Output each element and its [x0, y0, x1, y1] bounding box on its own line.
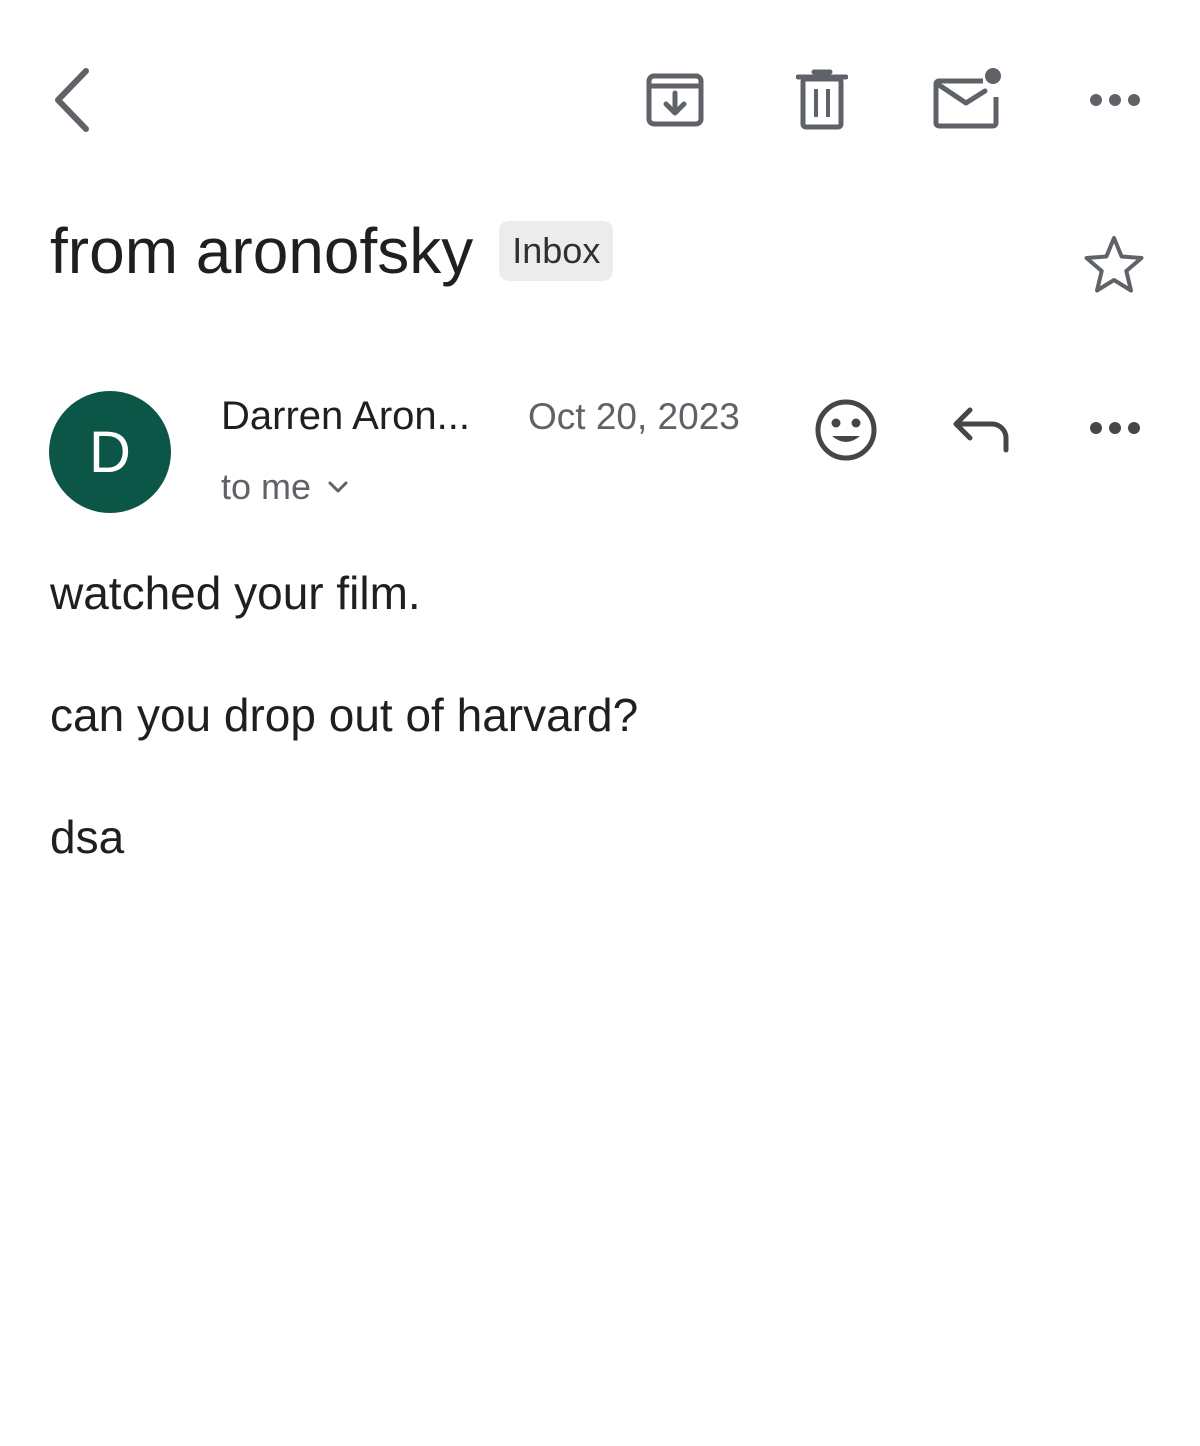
top-toolbar	[0, 0, 1200, 200]
add-reaction-button[interactable]	[810, 394, 882, 466]
more-horizontal-icon	[1090, 94, 1140, 106]
chevron-left-icon	[55, 68, 89, 132]
message-body-line: can you drop out of harvard?	[50, 689, 639, 741]
delete-button[interactable]	[786, 62, 858, 138]
subject-row: from aronofsky Inbox	[50, 206, 614, 296]
back-button[interactable]	[36, 58, 106, 142]
message-body-line: dsa	[50, 811, 125, 863]
sender-avatar[interactable]: D	[49, 391, 171, 513]
star-button[interactable]	[1080, 230, 1148, 298]
inbox-label-chip[interactable]: Inbox	[499, 221, 614, 281]
message-more-options-button[interactable]	[1080, 406, 1150, 450]
reply-icon	[953, 407, 1009, 453]
message-date: Oct 20, 2023	[528, 396, 740, 437]
star-outline-icon	[1084, 236, 1144, 293]
more-options-button[interactable]	[1080, 78, 1150, 122]
more-horizontal-icon	[1090, 422, 1140, 434]
mark-unread-icon	[933, 68, 1001, 129]
reply-button[interactable]	[946, 398, 1016, 460]
trash-icon	[796, 69, 848, 130]
mark-unread-button[interactable]	[926, 60, 1010, 136]
sender-name[interactable]: Darren Aron...	[221, 394, 470, 439]
message-body-line: watched your film.	[50, 567, 421, 619]
avatar-letter: D	[89, 419, 131, 485]
archive-icon	[646, 73, 704, 127]
archive-button[interactable]	[636, 62, 714, 138]
emoji-icon	[815, 399, 877, 461]
recipient-label: to me	[221, 466, 312, 507]
chevron-down-icon	[328, 481, 348, 493]
email-subject: from aronofsky	[50, 215, 474, 287]
recipient-details-toggle[interactable]: to me	[221, 466, 349, 508]
